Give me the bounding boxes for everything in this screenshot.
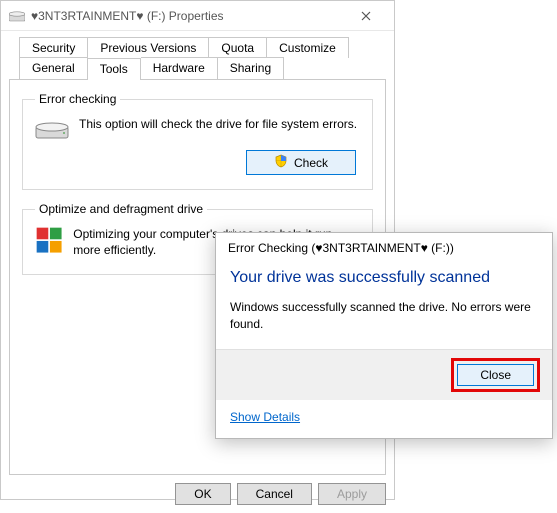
tab-row-bottom: General Tools Hardware Sharing bbox=[9, 57, 386, 79]
defrag-icon bbox=[35, 226, 63, 260]
shield-icon bbox=[274, 154, 288, 171]
dialog-headline: Your drive was successfully scanned bbox=[216, 259, 552, 295]
dialog-footer: Close bbox=[216, 349, 552, 400]
properties-footer: OK Cancel Apply bbox=[1, 475, 394, 513]
tab-tools[interactable]: Tools bbox=[88, 58, 141, 80]
check-button[interactable]: Check bbox=[246, 150, 356, 175]
error-checking-legend: Error checking bbox=[35, 92, 120, 106]
tab-security[interactable]: Security bbox=[19, 37, 88, 58]
tab-customize[interactable]: Customize bbox=[267, 37, 349, 58]
show-details-link[interactable]: Show Details bbox=[216, 400, 552, 438]
error-checking-desc: This option will check the drive for fil… bbox=[79, 116, 357, 140]
error-checking-group: Error checking This option will check th… bbox=[22, 92, 373, 190]
highlight-annotation: Close bbox=[451, 358, 540, 392]
dialog-close-button[interactable]: Close bbox=[457, 364, 534, 386]
dialog-body: Windows successfully scanned the drive. … bbox=[216, 295, 552, 349]
tab-quota[interactable]: Quota bbox=[209, 37, 267, 58]
drive-icon bbox=[35, 118, 69, 140]
tab-hardware[interactable]: Hardware bbox=[141, 57, 218, 79]
titlebar: ♥3NT3RTAINMENT♥ (F:) Properties bbox=[1, 1, 394, 31]
tabs: Security Previous Versions Quota Customi… bbox=[9, 37, 386, 79]
cancel-button[interactable]: Cancel bbox=[237, 483, 312, 505]
check-button-label: Check bbox=[294, 156, 328, 170]
tab-sharing[interactable]: Sharing bbox=[218, 57, 284, 79]
apply-button[interactable]: Apply bbox=[318, 483, 386, 505]
window-title: ♥3NT3RTAINMENT♥ (F:) Properties bbox=[31, 9, 346, 23]
dialog-title: Error Checking (♥3NT3RTAINMENT♥ (F:)) bbox=[216, 233, 552, 259]
window-close-button[interactable] bbox=[346, 2, 386, 30]
error-checking-dialog: Error Checking (♥3NT3RTAINMENT♥ (F:)) Yo… bbox=[215, 232, 553, 439]
drive-icon bbox=[9, 10, 25, 22]
tab-previous-versions[interactable]: Previous Versions bbox=[88, 37, 209, 58]
close-icon bbox=[361, 11, 371, 21]
ok-button[interactable]: OK bbox=[175, 483, 230, 505]
optimize-legend: Optimize and defragment drive bbox=[35, 202, 207, 216]
tab-general[interactable]: General bbox=[19, 57, 88, 79]
tab-row-top: Security Previous Versions Quota Customi… bbox=[9, 37, 386, 58]
